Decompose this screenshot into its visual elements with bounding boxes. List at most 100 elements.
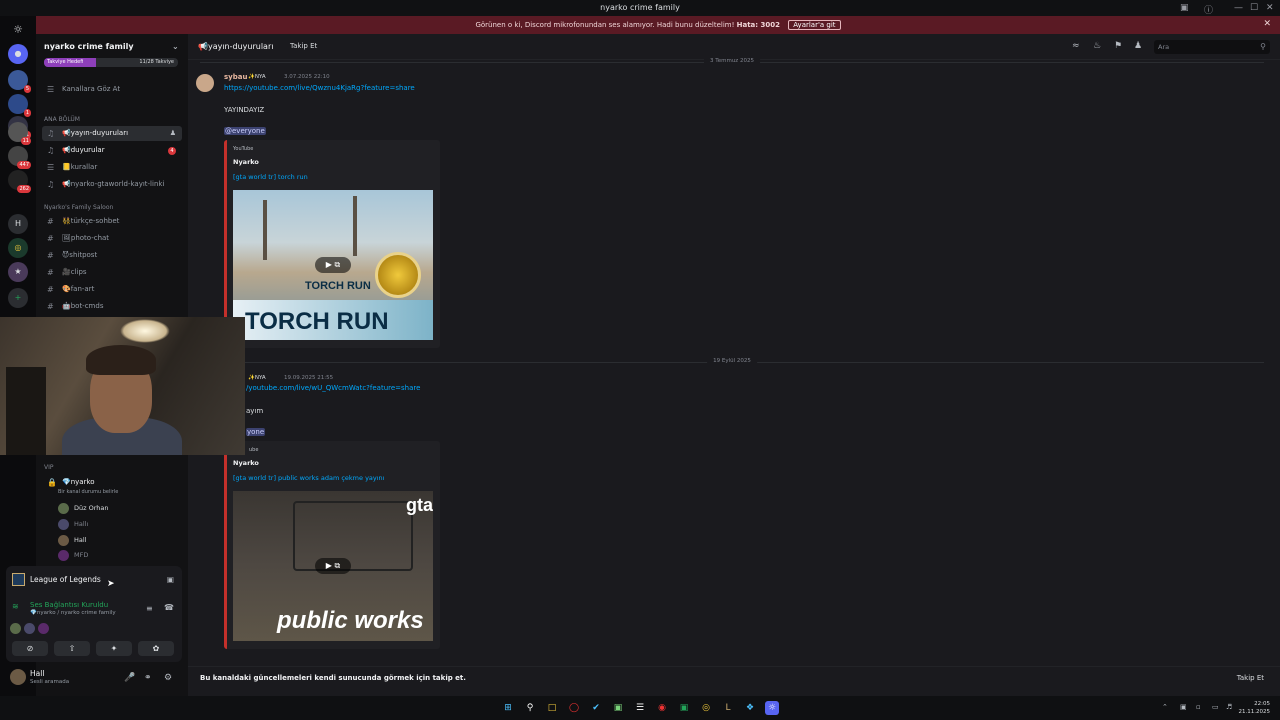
microphone-icon[interactable]: 🎤 bbox=[124, 673, 135, 683]
tray-icon[interactable]: ▣ bbox=[1180, 703, 1187, 711]
footer-follow-button[interactable]: Takip Et bbox=[1237, 674, 1264, 682]
server-icon-dm[interactable]: ● bbox=[8, 44, 28, 64]
app-icon[interactable]: ▣ bbox=[611, 701, 625, 715]
server-icon[interactable]: 11 bbox=[8, 122, 31, 145]
banner-close-icon[interactable]: ✕ bbox=[1263, 19, 1271, 29]
pin-icon[interactable]: ⚑ bbox=[1114, 41, 1122, 51]
voice-member[interactable]: MFD bbox=[58, 550, 88, 561]
message-text: YAYINDAYIZ bbox=[224, 106, 265, 114]
voice-location[interactable]: 💎nyarko / nyarko crime family bbox=[30, 610, 116, 616]
channel-shitpost[interactable]: # 😈shitpost bbox=[42, 248, 182, 263]
channel-kurallar[interactable]: ☰ 📒kurallar bbox=[42, 160, 182, 175]
voice-member[interactable]: Düz Orhan bbox=[58, 503, 109, 514]
system-clock[interactable]: 22:05 21.11.2025 bbox=[1239, 700, 1271, 716]
play-icon[interactable]: ▶ ⧉ bbox=[315, 558, 351, 574]
embed-author[interactable]: Nyarko bbox=[233, 459, 259, 467]
embed-title[interactable]: [gta world tr] torch run bbox=[233, 173, 308, 181]
message-timestamp: 3.07.2025 22:10 bbox=[284, 74, 330, 80]
avatar[interactable] bbox=[196, 74, 214, 92]
server-icon-h[interactable]: H bbox=[8, 214, 28, 234]
app-icon[interactable]: ❖ bbox=[743, 701, 757, 715]
stream-game-icon[interactable]: ▣ bbox=[167, 570, 174, 590]
minimize-button[interactable]: — bbox=[1234, 3, 1243, 13]
guild-name[interactable]: nyarko crime family ⌄ bbox=[44, 42, 179, 51]
chrome-icon[interactable]: ◎ bbox=[699, 701, 713, 715]
channel-fan-art[interactable]: # 🎨fan-art bbox=[42, 282, 182, 297]
server-icon[interactable]: ★ bbox=[8, 262, 28, 282]
channel-clips[interactable]: # 🎥clips bbox=[42, 265, 182, 280]
soundboard-button[interactable]: ✿ bbox=[138, 641, 174, 656]
search-input[interactable]: Ara ⚲ bbox=[1154, 40, 1270, 54]
banner-text: Görünen o ki, Discord mikrofonundan ses … bbox=[475, 21, 735, 29]
channel-turkce-sohbet[interactable]: # 👯türkçe-sohbet bbox=[42, 214, 182, 229]
user-panel[interactable]: Hall Sesli aramada 🎤 ⚭ ⚙ bbox=[8, 667, 184, 689]
embed-title[interactable]: [gta world tr] public works adam çekme y… bbox=[233, 474, 384, 482]
boost-progress[interactable]: Takviye Hedefi 11/28 Takviye bbox=[44, 58, 178, 67]
headphones-icon[interactable]: ⚭ bbox=[144, 673, 152, 683]
everyone-mention[interactable]: @everyone bbox=[224, 127, 266, 135]
notification-bell-icon[interactable]: ♨ bbox=[1093, 41, 1101, 51]
video-off-button[interactable]: ⊘ bbox=[12, 641, 48, 656]
disconnect-icon[interactable]: ☎ bbox=[164, 603, 174, 612]
voice-member[interactable]: Hall bbox=[58, 535, 86, 546]
activities-button[interactable]: ✦ bbox=[96, 641, 132, 656]
channel-photo-chat[interactable]: # 🖼photo-chat bbox=[42, 231, 182, 246]
add-member-icon[interactable]: ♟ bbox=[170, 126, 176, 141]
app-icon[interactable]: ▣ bbox=[677, 701, 691, 715]
header-follow-button[interactable]: Takip Et bbox=[290, 42, 317, 50]
discord-home-icon[interactable]: ☼ bbox=[8, 20, 28, 40]
banner-settings-button[interactable]: Ayarlar'a git bbox=[788, 20, 841, 30]
tray-chevron-icon[interactable]: ⌃ bbox=[1162, 703, 1168, 711]
display-icon[interactable]: ▭ bbox=[1212, 703, 1219, 711]
server-icon[interactable]: 262 bbox=[8, 170, 31, 193]
noise-suppression-icon[interactable]: ≡ bbox=[146, 604, 153, 613]
maximize-button[interactable]: ☐ bbox=[1250, 3, 1258, 13]
server-icon[interactable]: 5 bbox=[8, 70, 31, 93]
opera-icon[interactable]: ◯ bbox=[567, 701, 581, 715]
settings-gear-icon[interactable]: ⚙ bbox=[164, 673, 172, 683]
embed-author[interactable]: Nyarko bbox=[233, 158, 259, 166]
browse-channels[interactable]: ☰ Kanallara Göz At bbox=[42, 82, 182, 97]
league-of-legends-icon[interactable]: L bbox=[721, 701, 735, 715]
message-link[interactable]: /youtube.com/live/wU_QWcmWatc?feature=sh… bbox=[246, 384, 420, 392]
server-icon[interactable]: 447 bbox=[8, 146, 31, 169]
add-server-icon[interactable]: + bbox=[8, 288, 28, 308]
activity-game[interactable]: League of Legends ▣ bbox=[6, 570, 182, 590]
search-icon[interactable]: ⚲ bbox=[523, 701, 537, 715]
member-list-icon[interactable]: ♟ bbox=[1134, 41, 1142, 51]
message-author[interactable]: sybau bbox=[224, 73, 247, 81]
volume-icon[interactable]: ♬ bbox=[1226, 703, 1232, 711]
server-icon[interactable]: ◎ bbox=[8, 238, 28, 258]
play-icon[interactable]: ▶ ⧉ bbox=[315, 257, 351, 273]
inbox-icon[interactable]: ▣ bbox=[1180, 3, 1189, 13]
category-saloon[interactable]: Nyarko's Family Saloon bbox=[44, 204, 113, 211]
video-thumbnail[interactable]: TORCH RUN TORCH RUN ▶ ⧉ bbox=[233, 190, 433, 340]
server-icon[interactable]: 1 bbox=[8, 94, 31, 117]
screen-share-button[interactable]: ⇧ bbox=[54, 641, 90, 656]
close-button[interactable]: ✕ bbox=[1266, 3, 1274, 13]
discord-taskbar-icon[interactable]: ☼ bbox=[765, 701, 779, 715]
category-vip[interactable]: VIP bbox=[44, 464, 54, 471]
threads-icon[interactable]: ≈ bbox=[1072, 41, 1080, 51]
voice-channel-nyarko[interactable]: 🔒 💎nyarko bbox=[42, 475, 182, 490]
app-icon[interactable]: ☰ bbox=[633, 701, 647, 715]
message-link[interactable]: https://youtube.com/live/Qwznu4KjaRg?fea… bbox=[224, 84, 415, 92]
help-icon[interactable]: ⓘ bbox=[1204, 3, 1213, 16]
tray-icon[interactable]: ▫ bbox=[1196, 703, 1201, 711]
everyone-mention[interactable]: yone bbox=[246, 428, 266, 436]
windows-start-icon[interactable]: ⊞ bbox=[501, 701, 515, 715]
channel-yayin-duyurulari[interactable]: ♫ 📢yayın-duyuruları ♟ bbox=[42, 126, 182, 141]
category-main[interactable]: ANA BÖLÜM bbox=[44, 116, 80, 123]
app-icon[interactable]: ◉ bbox=[655, 701, 669, 715]
avatar bbox=[58, 535, 69, 546]
channel-kayit-linki[interactable]: ♫ 📢nyarko-gtaworld-kayıt-linki bbox=[42, 177, 182, 192]
voice-connected-status[interactable]: Ses Bağlantısı Kuruldu bbox=[30, 601, 108, 609]
app-icon[interactable]: ✔ bbox=[589, 701, 603, 715]
voice-channel-status[interactable]: Bir kanal durumu belirle bbox=[58, 489, 118, 495]
announcement-icon: ♫ bbox=[47, 146, 55, 155]
video-thumbnail[interactable]: gta public works ▶ ⧉ bbox=[233, 491, 433, 641]
voice-member[interactable]: Hallı bbox=[58, 519, 88, 530]
file-explorer-icon[interactable]: □ bbox=[545, 701, 559, 715]
channel-bot-cmds[interactable]: # 🤖bot-cmds bbox=[42, 299, 182, 314]
channel-duyurular[interactable]: ♫ 📢duyurular 4 bbox=[42, 143, 182, 158]
